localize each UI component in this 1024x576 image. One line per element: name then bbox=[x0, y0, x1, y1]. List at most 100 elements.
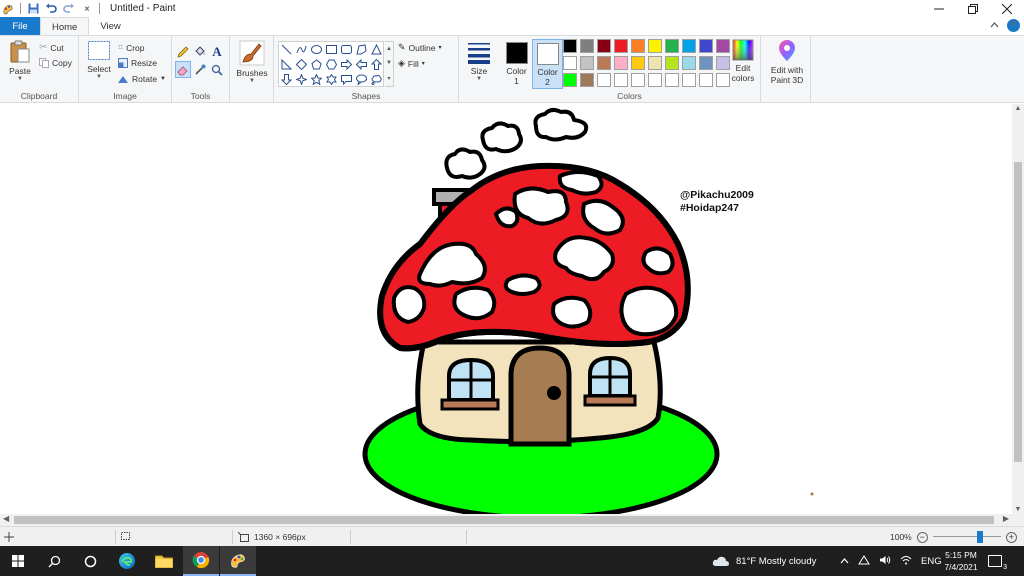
select-button[interactable]: Select ▼ bbox=[84, 40, 114, 80]
palette-swatch[interactable] bbox=[699, 39, 713, 53]
resize-button[interactable]: Resize bbox=[118, 58, 157, 68]
input-language[interactable]: ENG bbox=[921, 556, 942, 567]
triangle-shape-icon[interactable] bbox=[369, 42, 384, 57]
palette-swatch[interactable] bbox=[614, 73, 628, 87]
palette-swatch[interactable] bbox=[597, 56, 611, 70]
cortana-icon[interactable] bbox=[72, 546, 108, 576]
outline-button[interactable]: ✎ Outline ▾ bbox=[398, 42, 442, 53]
five-point-star-shape-icon[interactable] bbox=[309, 72, 324, 87]
scroll-right-arrow-icon[interactable]: ▶ bbox=[1003, 514, 1009, 523]
help-icon[interactable]: ? bbox=[1007, 19, 1020, 32]
file-explorer-icon[interactable] bbox=[146, 546, 182, 576]
palette-swatch[interactable] bbox=[631, 56, 645, 70]
drawing-canvas[interactable]: @Pikachu2009 #Hoidap247 bbox=[0, 104, 1012, 514]
four-point-star-shape-icon[interactable] bbox=[294, 72, 309, 87]
copy-button[interactable]: Copy bbox=[39, 58, 72, 68]
palette-swatch[interactable] bbox=[665, 56, 679, 70]
oval-callout-shape-icon[interactable] bbox=[354, 72, 369, 87]
fill-bucket-icon[interactable] bbox=[192, 43, 208, 60]
paint-app-icon[interactable] bbox=[2, 3, 14, 15]
crop-button[interactable]: ⌗ Crop bbox=[118, 42, 145, 53]
palette-swatch[interactable] bbox=[614, 56, 628, 70]
start-windows-icon[interactable] bbox=[0, 546, 36, 576]
palette-swatch[interactable] bbox=[580, 39, 594, 53]
palette-swatch[interactable] bbox=[665, 73, 679, 87]
select-dropdown-icon[interactable]: ▼ bbox=[96, 74, 102, 80]
palette-swatch[interactable] bbox=[682, 56, 696, 70]
customize-qat-icon[interactable]: ⩙ bbox=[81, 3, 93, 15]
palette-swatch[interactable] bbox=[699, 73, 713, 87]
right-triangle-shape-icon[interactable] bbox=[279, 57, 294, 72]
palette-swatch[interactable] bbox=[699, 56, 713, 70]
volume-icon[interactable] bbox=[879, 555, 891, 568]
pencil-icon[interactable] bbox=[175, 43, 191, 60]
brushes-dropdown-icon[interactable]: ▼ bbox=[249, 78, 255, 84]
size-dropdown-icon[interactable]: ▼ bbox=[476, 76, 482, 82]
palette-swatch[interactable] bbox=[631, 39, 645, 53]
palette-swatch[interactable] bbox=[563, 39, 577, 53]
rect-callout-shape-icon[interactable] bbox=[339, 72, 354, 87]
zoom-in-icon[interactable]: + bbox=[1005, 531, 1017, 543]
paste-button[interactable]: Paste ▼ bbox=[6, 40, 34, 82]
minimize-button[interactable] bbox=[922, 0, 956, 17]
search-icon[interactable] bbox=[36, 546, 72, 576]
scroll-down-arrow-icon[interactable]: ▼ bbox=[1012, 506, 1024, 513]
tab-view[interactable]: View bbox=[89, 17, 131, 35]
color1-button[interactable]: Color 1 bbox=[501, 39, 532, 89]
line-shape-icon[interactable] bbox=[279, 42, 294, 57]
edit-colors-button[interactable]: Edit colors bbox=[727, 39, 759, 83]
rounded-rectangle-shape-icon[interactable] bbox=[339, 42, 354, 57]
close-button[interactable] bbox=[990, 0, 1024, 17]
palette-swatch[interactable] bbox=[665, 39, 679, 53]
save-icon[interactable] bbox=[27, 3, 39, 15]
zoom-slider[interactable] bbox=[932, 531, 1001, 543]
text-tool-icon[interactable]: A bbox=[209, 43, 225, 60]
magnifier-icon[interactable] bbox=[209, 61, 225, 78]
down-arrow-shape-icon[interactable] bbox=[279, 72, 294, 87]
cloud-callout-shape-icon[interactable] bbox=[369, 72, 384, 87]
brushes-button[interactable]: Brushes ▼ bbox=[234, 40, 270, 84]
chrome-browser-icon[interactable] bbox=[183, 546, 219, 576]
shapes-gallery-scroll[interactable]: ▲ ▼ ▾ bbox=[385, 41, 394, 87]
color2-button[interactable]: Color 2 bbox=[532, 39, 563, 89]
vertical-scroll-thumb[interactable] bbox=[1014, 162, 1022, 462]
palette-swatch[interactable] bbox=[580, 56, 594, 70]
tab-file[interactable]: File bbox=[0, 17, 40, 35]
oval-shape-icon[interactable] bbox=[309, 42, 324, 57]
cut-button[interactable]: ✂ Cut bbox=[39, 42, 64, 53]
clock[interactable]: 5:15 PM 7/4/2021 bbox=[940, 546, 982, 576]
redo-icon[interactable] bbox=[63, 3, 75, 15]
restore-button[interactable] bbox=[956, 0, 990, 17]
palette-swatch[interactable] bbox=[563, 56, 577, 70]
show-hidden-icons-icon[interactable] bbox=[840, 556, 849, 567]
palette-swatch[interactable] bbox=[631, 73, 645, 87]
six-point-star-shape-icon[interactable] bbox=[324, 72, 339, 87]
network-status-icon[interactable] bbox=[858, 554, 870, 568]
edit-with-paint3d-button[interactable]: Edit with Paint 3D bbox=[765, 39, 809, 85]
size-button[interactable]: Size ▼ bbox=[463, 40, 495, 82]
wifi-icon[interactable] bbox=[900, 555, 912, 568]
up-arrow-shape-icon[interactable] bbox=[369, 57, 384, 72]
scroll-left-arrow-icon[interactable]: ◀ bbox=[3, 514, 9, 523]
curve-shape-icon[interactable] bbox=[294, 42, 309, 57]
palette-swatch[interactable] bbox=[563, 73, 577, 87]
action-center-button[interactable]: 3 bbox=[988, 546, 1007, 576]
right-arrow-shape-icon[interactable] bbox=[339, 57, 354, 72]
left-arrow-shape-icon[interactable] bbox=[354, 57, 369, 72]
horizontal-scrollbar[interactable]: ◀ ▶ bbox=[0, 514, 1012, 526]
zoom-slider-thumb[interactable] bbox=[976, 531, 983, 543]
palette-swatch[interactable] bbox=[682, 73, 696, 87]
palette-swatch[interactable] bbox=[648, 39, 662, 53]
pentagon-shape-icon[interactable] bbox=[309, 57, 324, 72]
palette-swatch[interactable] bbox=[580, 73, 594, 87]
color-picker-icon[interactable] bbox=[192, 61, 208, 78]
eraser-icon[interactable] bbox=[175, 61, 191, 78]
scroll-up-arrow-icon[interactable]: ▲ bbox=[1012, 105, 1024, 112]
palette-swatch[interactable] bbox=[648, 56, 662, 70]
undo-icon[interactable] bbox=[45, 3, 57, 15]
horizontal-scroll-thumb[interactable] bbox=[14, 516, 994, 524]
vertical-scrollbar[interactable]: ▲ ▼ bbox=[1012, 104, 1024, 514]
paint-taskbar-icon[interactable] bbox=[220, 546, 256, 576]
zoom-out-icon[interactable]: − bbox=[916, 531, 928, 543]
rotate-dropdown-icon[interactable]: ▼ bbox=[160, 76, 166, 82]
